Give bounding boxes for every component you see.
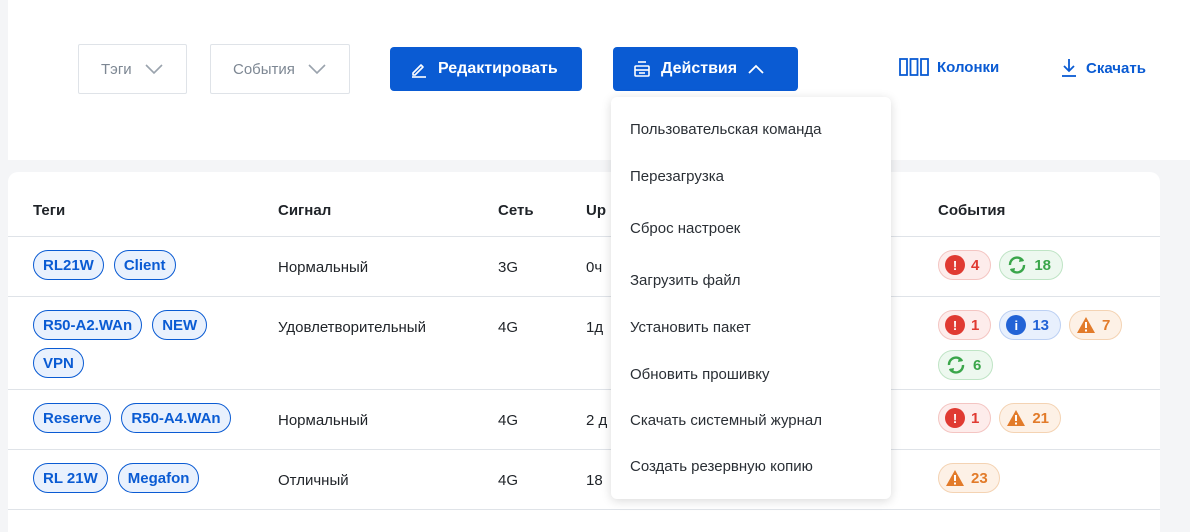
uptime-cell: 0ч <box>586 259 603 276</box>
event-count: 23 <box>971 469 988 487</box>
tag-chip[interactable]: RL 21W <box>33 463 108 493</box>
download-button-label: Скачать <box>1086 59 1146 77</box>
error-event-badge[interactable]: ! 1 <box>938 403 992 433</box>
warning-icon <box>1007 410 1026 426</box>
signal-cell: Отличный <box>278 472 349 489</box>
tag-chip[interactable]: Megafon <box>117 463 200 493</box>
event-count: 21 <box>1032 409 1050 427</box>
uptime-cell: 18 <box>586 472 603 489</box>
tags-cell: RL 21W Megafon <box>33 463 253 493</box>
menu-item-reboot[interactable]: Перезагрузка <box>630 168 724 185</box>
download-icon <box>1062 59 1076 77</box>
tag-chip[interactable]: R50-A4.WAn <box>121 403 231 433</box>
network-cell: 4G <box>498 319 519 336</box>
network-cell: 3G <box>498 259 519 276</box>
info-icon: i <box>1006 315 1027 335</box>
event-count: 1 <box>971 409 980 427</box>
sync-icon <box>1009 256 1026 274</box>
table-row[interactable]: Reserve R50-A4.WAn Нормальный 4G 2 д! 1 21 <box>8 390 1160 450</box>
error-icon: ! <box>945 408 965 428</box>
network-cell: 4G <box>498 472 519 489</box>
event-count: 7 <box>1102 316 1111 334</box>
chevron-down-icon <box>308 64 326 75</box>
toolbar: Тэги События Редактировать Действия Коло <box>8 0 1190 160</box>
error-event-badge[interactable]: ! 4 <box>938 250 992 280</box>
events-cell: ! 1 21 <box>938 403 1138 433</box>
uptime-cell: 1д <box>586 319 604 336</box>
menu-item-install-package[interactable]: Установить пакет <box>630 319 751 336</box>
pencil-icon <box>412 64 426 78</box>
warning-event-badge[interactable]: 23 <box>938 463 1000 493</box>
column-header-events[interactable]: События <box>938 202 1005 219</box>
columns-button[interactable]: Колонки <box>899 58 999 76</box>
actions-button[interactable]: Действия <box>613 47 798 91</box>
tags-cell: Reserve R50-A4.WAn <box>33 403 253 433</box>
uptime-cell: 2 д <box>586 412 608 429</box>
sync-event-badge[interactable]: 6 <box>938 350 994 380</box>
sync-icon <box>947 356 965 374</box>
tag-chip[interactable]: VPN <box>33 348 84 378</box>
network-cell: 4G <box>498 412 519 429</box>
menu-item-download-syslog[interactable]: Скачать системный журнал <box>630 412 822 429</box>
events-filter-label: События <box>233 60 295 78</box>
tag-chip[interactable]: Client <box>113 250 176 280</box>
info-event-badge[interactable]: i 13 <box>999 310 1062 340</box>
tag-chip[interactable]: NEW <box>152 310 208 340</box>
actions-icon <box>634 61 650 77</box>
event-count: 6 <box>973 356 982 374</box>
edit-button-label: Редактировать <box>438 60 558 77</box>
events-cell: ! 1 i 13 7 6 <box>938 310 1138 380</box>
event-count: 4 <box>971 256 980 274</box>
table-header: Теги Сигнал Сеть Up События <box>8 172 1160 237</box>
columns-button-label: Колонки <box>937 58 1000 76</box>
chevron-down-icon <box>145 64 163 75</box>
tags-cell: R50-A2.WAn NEW VPN <box>33 310 253 378</box>
signal-cell: Нормальный <box>278 412 369 429</box>
warning-event-badge[interactable]: 7 <box>1069 310 1123 340</box>
events-cell: 23 <box>938 463 1138 493</box>
tag-chip[interactable]: R50-A2.WAn <box>33 310 143 340</box>
menu-item-update-firmware[interactable]: Обновить прошивку <box>630 366 770 383</box>
events-cell: ! 4 18 <box>938 250 1138 280</box>
column-header-signal[interactable]: Сигнал <box>278 202 331 219</box>
menu-item-upload-file[interactable]: Загрузить файл <box>630 272 740 289</box>
tags-cell: RL21W Client <box>33 250 253 280</box>
devices-table: Теги Сигнал Сеть Up События RL21W Client Н… <box>8 172 1160 532</box>
warning-icon <box>946 470 964 486</box>
menu-item-custom-command[interactable]: Пользовательская команда <box>630 121 821 138</box>
column-header-network[interactable]: Сеть <box>498 202 534 219</box>
download-button[interactable]: Скачать <box>1060 58 1146 78</box>
event-count: 1 <box>971 316 980 334</box>
event-count: 13 <box>1032 316 1050 334</box>
column-header-tags[interactable]: Теги <box>33 202 65 219</box>
error-icon: ! <box>945 255 965 275</box>
events-filter-dropdown[interactable]: События <box>210 44 350 94</box>
edit-button[interactable]: Редактировать <box>390 47 582 91</box>
table-row[interactable]: RL21W Client Нормальный 3G 0ч! 4 18 <box>8 237 1160 297</box>
tag-chip[interactable]: Reserve <box>33 403 112 433</box>
columns-icon <box>899 58 929 76</box>
warning-event-badge[interactable]: 21 <box>999 403 1062 433</box>
tag-chip[interactable]: RL21W <box>33 250 104 280</box>
signal-cell: Нормальный <box>278 259 369 276</box>
warning-icon <box>1077 317 1096 333</box>
error-icon: ! <box>945 315 965 335</box>
table-row[interactable]: R50-A2.WAn NEW VPN Удовлетворительный 4G 1д! 1… <box>8 297 1160 390</box>
error-event-badge[interactable]: ! 1 <box>938 310 992 340</box>
menu-item-factory-reset[interactable]: Сброс настроек <box>630 220 740 237</box>
tags-filter-label: Тэги <box>101 60 132 78</box>
sync-event-badge[interactable]: 18 <box>999 250 1064 280</box>
actions-button-label: Действия <box>661 60 738 77</box>
menu-item-create-backup[interactable]: Создать резервную копию <box>630 458 813 475</box>
table-row[interactable]: RL 21W Megafon Отличный 4G 18 23 <box>8 450 1160 510</box>
actions-dropdown-menu: Пользовательская команда Перезагрузка Сб… <box>611 97 891 499</box>
tags-filter-dropdown[interactable]: Тэги <box>78 44 187 94</box>
event-count: 18 <box>1034 256 1052 274</box>
column-header-uptime[interactable]: Up <box>586 202 606 219</box>
chevron-up-icon <box>748 64 764 74</box>
signal-cell: Удовлетворительный <box>278 319 426 336</box>
